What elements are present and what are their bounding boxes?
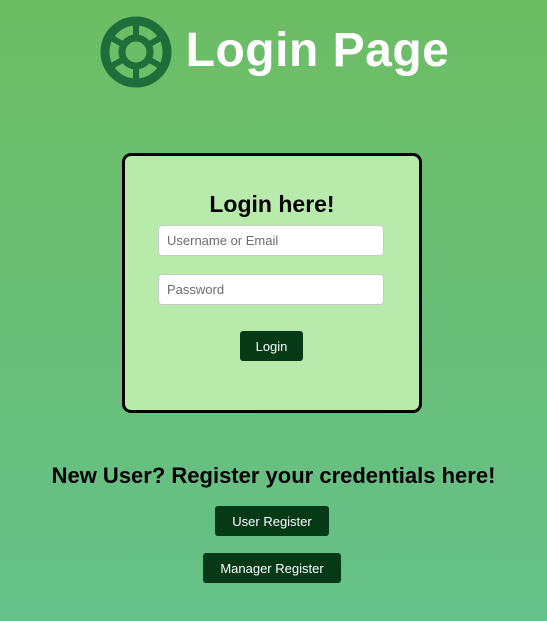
- register-heading: New User? Register your credentials here…: [51, 463, 496, 488]
- username-input[interactable]: [158, 225, 384, 256]
- page-title: Login Page: [185, 23, 450, 77]
- login-card-title: Login here!: [209, 191, 335, 217]
- user-register-button[interactable]: User Register: [215, 506, 329, 536]
- manager-register-button[interactable]: Manager Register: [203, 553, 341, 583]
- password-input[interactable]: [158, 274, 384, 305]
- page-header: Login Page: [0, 12, 547, 92]
- ship-wheel-icon: [100, 16, 172, 88]
- login-card: Login here! Login: [122, 153, 422, 413]
- login-button[interactable]: Login: [240, 331, 303, 361]
